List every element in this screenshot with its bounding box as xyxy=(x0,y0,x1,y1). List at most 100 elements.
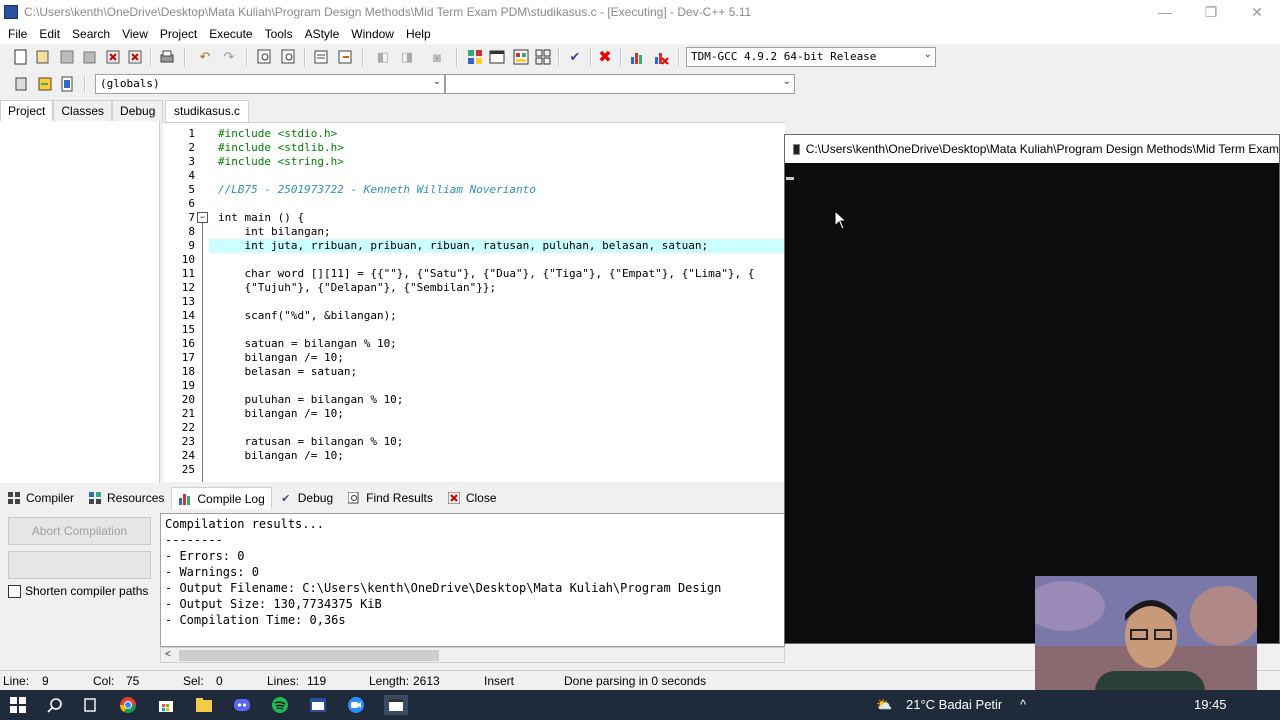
menu-astyle[interactable]: AStyle xyxy=(299,27,346,41)
devcpp-taskbar-icon[interactable] xyxy=(308,695,328,715)
status-col-label: Col: xyxy=(93,674,115,688)
fold-toggle-icon[interactable]: − xyxy=(197,212,208,223)
find-icon[interactable] xyxy=(256,48,274,66)
minimize-button[interactable]: — xyxy=(1142,0,1188,24)
menu-execute[interactable]: Execute xyxy=(203,27,258,41)
line-number: 25 xyxy=(181,463,195,476)
weather-text[interactable]: 21°C Badai Petir xyxy=(906,697,1002,712)
line-number: 21 xyxy=(181,407,195,420)
devcpp-app-icon xyxy=(4,5,18,19)
shorten-paths-checkbox[interactable]: Shorten compiler paths xyxy=(8,584,148,598)
menu-view[interactable]: View xyxy=(116,27,154,41)
line-number: 2 xyxy=(188,141,195,154)
menu-search[interactable]: Search xyxy=(66,27,116,41)
clock[interactable]: 19:45 xyxy=(1194,697,1227,712)
menu-tools[interactable]: Tools xyxy=(259,27,299,41)
menu-project[interactable]: Project xyxy=(154,27,203,41)
tab-studikasus[interactable]: studikasus.c xyxy=(165,100,250,122)
tab-classes[interactable]: Classes xyxy=(53,100,113,122)
spotify-icon[interactable] xyxy=(270,695,290,715)
weather-icon[interactable]: ⛅ xyxy=(876,697,892,713)
insert-icon[interactable] xyxy=(12,75,30,93)
zoom-icon[interactable] xyxy=(346,695,366,715)
tab-find-results[interactable]: Find Results xyxy=(340,487,440,509)
class-browser-toolbar: (globals) ⌄ ⌄ xyxy=(0,71,1280,97)
bookmark-icon[interactable] xyxy=(336,48,354,66)
abort-compilation-button[interactable]: Abort Compilation xyxy=(8,517,151,545)
save-all-icon[interactable] xyxy=(80,48,98,66)
compile-run-icon[interactable] xyxy=(512,48,530,66)
compile-log[interactable]: Compilation results... -------- - Errors… xyxy=(160,513,785,647)
store-icon[interactable] xyxy=(156,695,176,715)
menu-edit[interactable]: Edit xyxy=(33,27,66,41)
console-title-bar[interactable]: C:\Users\kenth\OneDrive\Desktop\Mata Kul… xyxy=(785,135,1279,163)
check-icon: ✔ xyxy=(281,492,291,505)
maximize-button[interactable]: ❐ xyxy=(1188,0,1234,24)
code-editor[interactable]: 1 2 3 4 5 6 7 8 9 10 11 12 13 14 15 16 1… xyxy=(163,122,785,482)
member-select[interactable]: ⌄ xyxy=(445,74,795,94)
close-window-button[interactable]: ✕ xyxy=(1234,0,1280,24)
status-length-value: 2613 xyxy=(413,674,440,688)
main-toolbar: ↶ ↷ ◧ ◨ ◙ ✔ ✖ TDM-GCC 4.9.2 64-bit Relea… xyxy=(0,44,1280,70)
rebuild-icon[interactable] xyxy=(534,48,552,66)
editor-tabs: studikasus.c xyxy=(163,100,783,122)
file-explorer-icon[interactable] xyxy=(194,695,214,715)
tab-debug[interactable]: Debug xyxy=(112,100,164,122)
task-view-icon[interactable] xyxy=(80,695,100,715)
delete-profile-icon[interactable] xyxy=(652,48,670,66)
progress-bar xyxy=(8,551,151,579)
line-number: 11 xyxy=(181,267,195,280)
windows-start-icon[interactable] xyxy=(8,695,28,715)
tab-compiler[interactable]: Compiler xyxy=(0,487,81,509)
tab-project[interactable]: Project xyxy=(0,100,54,122)
tab-debug-output[interactable]: ✔ Debug xyxy=(272,487,340,509)
scope-select[interactable]: (globals) ⌄ xyxy=(95,74,445,94)
tab-close[interactable]: Close xyxy=(440,487,504,509)
compiler-select[interactable]: TDM-GCC 4.9.2 64-bit Release ⌄ xyxy=(686,47,936,67)
goto-definition-icon[interactable] xyxy=(58,75,76,93)
open-file-icon[interactable] xyxy=(34,48,52,66)
console-taskbar-icon[interactable] xyxy=(384,695,408,715)
undo-icon[interactable]: ↶ xyxy=(196,48,214,66)
log-line: -------- xyxy=(165,533,223,547)
tab-compile-log[interactable]: Compile Log xyxy=(171,487,272,509)
close-all-icon[interactable] xyxy=(126,48,144,66)
menu-help[interactable]: Help xyxy=(400,27,437,41)
prev-icon[interactable]: ◧ xyxy=(374,48,392,66)
console-window[interactable]: C:\Users\kenth\OneDrive\Desktop\Mata Kul… xyxy=(784,134,1280,644)
line-number-gutter: 1 2 3 4 5 6 7 8 9 10 11 12 13 14 15 16 1… xyxy=(163,123,195,482)
close-file-icon[interactable] xyxy=(104,48,122,66)
replace-icon[interactable] xyxy=(280,48,298,66)
status-sel-label: Sel: xyxy=(183,674,204,688)
stop-execution-icon[interactable]: ✖ xyxy=(596,48,614,66)
tab-resources[interactable]: Resources xyxy=(81,487,171,509)
goto-declaration-icon[interactable] xyxy=(36,75,54,93)
line-number: 14 xyxy=(181,309,195,322)
redo-icon[interactable]: ↷ xyxy=(220,48,238,66)
scrollbar-thumb[interactable] xyxy=(179,650,439,661)
chevron-up-icon[interactable]: ^ xyxy=(1020,697,1026,712)
checkbox-box[interactable] xyxy=(8,584,21,598)
profile-icon[interactable] xyxy=(628,48,646,66)
menu-file[interactable]: File xyxy=(2,27,33,41)
log-line: - Warnings: 0 xyxy=(165,565,259,579)
menu-window[interactable]: Window xyxy=(345,27,400,41)
scroll-left-icon[interactable]: < xyxy=(165,648,171,662)
print-icon[interactable] xyxy=(158,48,176,66)
compiler-controls: Abort Compilation Shorten compiler paths xyxy=(0,511,160,661)
status-col-value: 75 xyxy=(126,674,140,688)
run-icon[interactable] xyxy=(488,48,506,66)
compile-icon[interactable] xyxy=(466,48,484,66)
new-file-icon[interactable] xyxy=(12,48,30,66)
discord-icon[interactable] xyxy=(232,695,252,715)
toggle-icon[interactable]: ◙ xyxy=(428,48,446,66)
menu-bar: File Edit Search View Project Execute To… xyxy=(0,24,1280,44)
status-sel-value: 0 xyxy=(216,674,223,688)
check-syntax-icon[interactable]: ✔ xyxy=(566,48,584,66)
chrome-icon[interactable] xyxy=(118,695,138,715)
search-icon[interactable] xyxy=(45,695,65,715)
next-icon[interactable]: ◨ xyxy=(398,48,416,66)
goto-line-icon[interactable] xyxy=(312,48,330,66)
save-icon[interactable] xyxy=(58,48,76,66)
log-horizontal-scrollbar[interactable]: < xyxy=(160,647,785,663)
